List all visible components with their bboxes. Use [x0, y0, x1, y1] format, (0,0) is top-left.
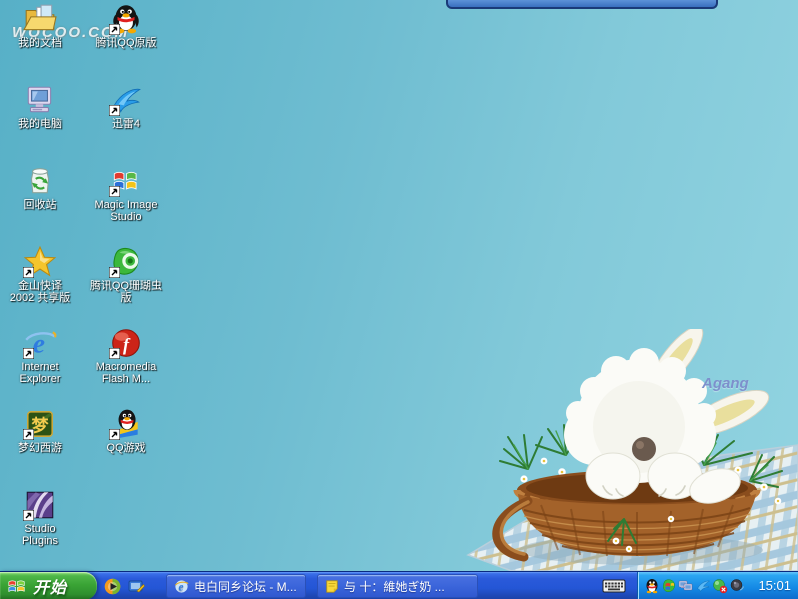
- taskbar-button-label: 与 十：維她ぎ奶 ...: [344, 578, 445, 595]
- hidden-window-titlebar[interactable]: [446, 0, 718, 9]
- show-desktop-icon[interactable]: [128, 578, 145, 595]
- desktop-icon-label: 金山快译 2002 共享版: [10, 280, 71, 304]
- taskbar: 开始 e 电白同乡论坛 - M...: [0, 571, 798, 599]
- shortcut-arrow-icon: [23, 429, 34, 440]
- desktop-icon-label: 迅雷4: [112, 118, 140, 130]
- tray-green-ball-error-icon[interactable]: [712, 578, 728, 594]
- quick-launch-bar: [104, 572, 145, 599]
- desktop-icon-internet-explorer[interactable]: e Internet Explorer: [0, 326, 80, 407]
- tray-thunder-icon[interactable]: [695, 578, 711, 594]
- svg-text:e: e: [179, 581, 184, 593]
- shortcut-arrow-icon: [109, 24, 120, 35]
- taskbar-window-button-chat[interactable]: 与 十：維她ぎ奶 ...: [317, 574, 478, 598]
- desktop-icon-menghuan-xiyou[interactable]: 梦 梦幻西游: [0, 407, 80, 488]
- shortcut-arrow-icon: [109, 186, 120, 197]
- internet-explorer-icon: e: [174, 579, 189, 594]
- tray-qq-penguin-icon[interactable]: [644, 578, 660, 594]
- shortcut-arrow-icon: [109, 429, 120, 440]
- tray-qq-coral-icon[interactable]: [661, 578, 677, 594]
- desktop-icon-label: QQ游戏: [106, 442, 145, 454]
- tray-speaker-icon[interactable]: [729, 578, 745, 594]
- desktop-icon-grid: 我的文档 腾讯QQ原版: [0, 2, 172, 569]
- wallpaper-bunny-basket-illustration: [466, 329, 798, 571]
- shortcut-arrow-icon: [109, 348, 120, 359]
- desktop-icon-my-documents[interactable]: 我的文档: [0, 2, 80, 83]
- desktop-icon-label: 我的文档: [18, 37, 62, 49]
- svg-text:梦: 梦: [32, 415, 50, 435]
- desktop-icon-studio-plugins[interactable]: Studio Plugins: [0, 488, 80, 569]
- desktop-icon-qq-games[interactable]: QQ游戏: [80, 407, 172, 488]
- desktop-icon-macromedia-flash[interactable]: f Macromedia Flash M...: [80, 326, 172, 407]
- desktop-icon-my-computer[interactable]: 我的电脑: [0, 83, 80, 164]
- shortcut-arrow-icon: [23, 267, 34, 278]
- media-player-icon[interactable]: [104, 578, 121, 595]
- my-documents-icon: [23, 2, 57, 36]
- desktop-icon-label: 腾讯QQ珊瑚虫 版: [90, 280, 162, 304]
- desktop-icon-qq-original[interactable]: 腾讯QQ原版: [80, 2, 172, 83]
- taskbar-clock[interactable]: 15:01: [758, 578, 791, 593]
- shortcut-arrow-icon: [23, 510, 34, 521]
- taskbar-window-button-forum[interactable]: e 电白同乡论坛 - M...: [166, 574, 306, 598]
- system-tray: 15:01: [637, 572, 798, 599]
- windows-flag-icon: [7, 576, 27, 596]
- taskbar-button-label: 电白同乡论坛 - M...: [194, 578, 297, 595]
- desktop-icon-label: 腾讯QQ原版: [95, 37, 156, 49]
- desktop-icon-label: 我的电脑: [18, 118, 62, 130]
- shortcut-arrow-icon: [23, 348, 34, 359]
- desktop-icon-label: 梦幻西游: [18, 442, 62, 454]
- ime-keyboard-icon[interactable]: [602, 578, 626, 594]
- my-computer-icon: [23, 83, 57, 117]
- shortcut-arrow-icon: [109, 105, 120, 116]
- desktop-icon-thunder4[interactable]: 迅雷4: [80, 83, 172, 164]
- desktop-icon-label: Macromedia Flash M...: [96, 361, 157, 385]
- sticky-note-icon: [325, 579, 339, 593]
- desktop-icon-magic-image-studio[interactable]: Magic Image Studio: [80, 164, 172, 245]
- desktop-icon-qq-coral[interactable]: 腾讯QQ珊瑚虫 版: [80, 245, 172, 326]
- start-button-label: 开始: [33, 574, 67, 598]
- desktop-icon-label: Magic Image Studio: [95, 199, 158, 223]
- desktop-icon-label: 回收站: [24, 199, 57, 211]
- start-button[interactable]: 开始: [0, 572, 97, 599]
- recycle-bin-icon: [23, 164, 57, 198]
- desktop-icon-label: Studio Plugins: [22, 523, 58, 547]
- shortcut-arrow-icon: [109, 267, 120, 278]
- wallpaper-watermark-artist: Agang: [702, 375, 749, 392]
- desktop-icon-label: Internet Explorer: [20, 361, 61, 385]
- desktop-icon-recycle-bin[interactable]: 回收站: [0, 164, 80, 245]
- tray-network-computers-icon[interactable]: [678, 578, 694, 594]
- desktop: WOCOO.COM Agang: [0, 0, 798, 599]
- desktop-icon-kingsoft-quicktrans[interactable]: 金山快译 2002 共享版: [0, 245, 80, 326]
